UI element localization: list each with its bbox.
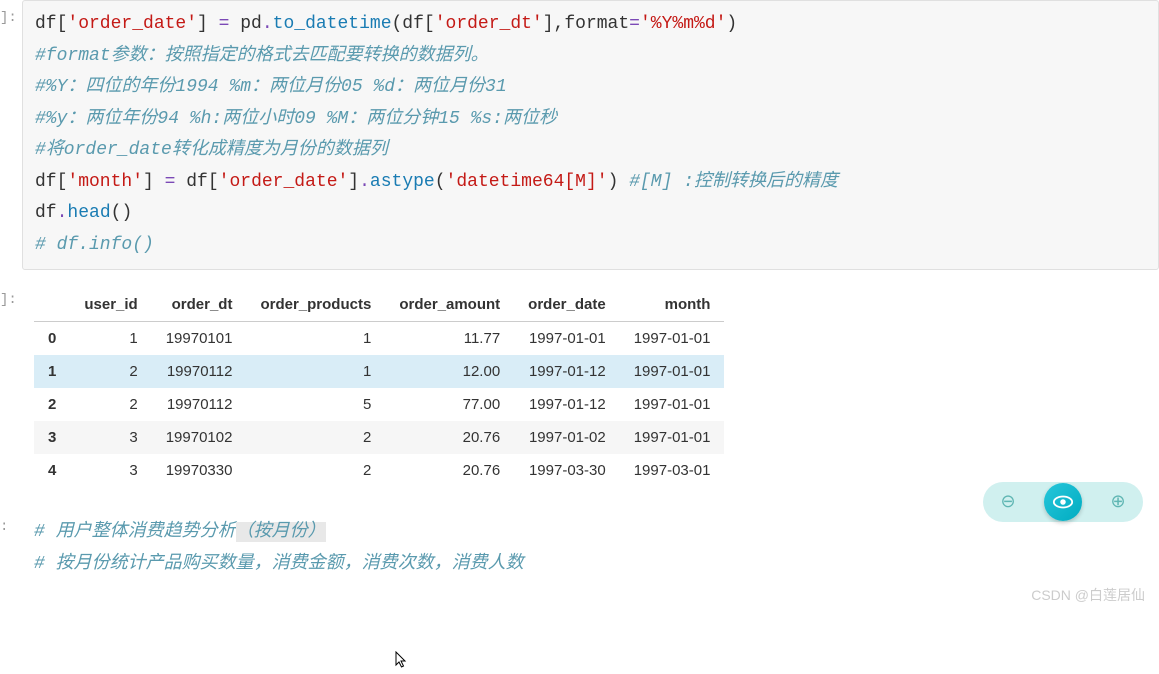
table-cell: 19970101 — [152, 322, 247, 356]
table-cell: 11.77 — [385, 322, 514, 356]
table-cell: 12.00 — [385, 355, 514, 388]
table-cell: 1 — [70, 322, 151, 356]
table-cell: 1 — [246, 355, 385, 388]
table-header-cell — [34, 288, 70, 322]
floating-toolbar[interactable]: ⊖ ⊕ — [983, 482, 1143, 522]
output-cell: ]: user_id order_dt order_products order… — [0, 282, 1159, 497]
table-cell: 20.76 — [385, 454, 514, 487]
table-row: 0 1 19970101 1 11.77 1997-01-01 1997-01-… — [34, 322, 724, 356]
table-cell: 1997-01-01 — [620, 388, 725, 421]
code-editor[interactable]: # 用户整体消费趋势分析（按月份） # 按月份统计产品购买数量，消费金额，消费次… — [22, 509, 1159, 588]
zoom-in-button[interactable]: ⊕ — [1104, 488, 1132, 516]
table-row: 1 2 19970112 1 12.00 1997-01-12 1997-01-… — [34, 355, 724, 388]
table-index: 2 — [34, 388, 70, 421]
cell-label: ]: — [0, 292, 17, 308]
table-cell: 3 — [70, 421, 151, 454]
cursor-icon — [395, 651, 409, 674]
table-cell: 19970112 — [152, 388, 247, 421]
table-cell: 3 — [70, 454, 151, 487]
watermark: CSDN @白莲居仙 — [1031, 585, 1145, 605]
selection-highlight: （按月份） — [236, 522, 326, 542]
table-cell: 19970330 — [152, 454, 247, 487]
table-cell: 1997-01-01 — [620, 421, 725, 454]
table-header-cell: order_amount — [385, 288, 514, 322]
table-cell: 1997-01-12 — [514, 355, 620, 388]
zoom-out-button[interactable]: ⊖ — [994, 488, 1022, 516]
input-cell-2: : # 用户整体消费趋势分析（按月份） # 按月份统计产品购买数量，消费金额，消… — [0, 509, 1159, 588]
table-cell: 2 — [70, 388, 151, 421]
code-comment: #%y：两位年份94 %h:两位小时09 %M：两位分钟15 %s:两位秒 — [35, 104, 1146, 136]
table-row: 3 3 19970102 2 20.76 1997-01-02 1997-01-… — [34, 421, 724, 454]
table-cell: 19970112 — [152, 355, 247, 388]
table-cell: 1997-01-01 — [514, 322, 620, 356]
code-comment: # 用户整体消费趋势分析（按月份） — [34, 517, 1147, 549]
output-area: user_id order_dt order_products order_am… — [22, 282, 1159, 497]
input-cell-1: ]: df['order_date'] = pd.to_datetime(df[… — [0, 0, 1159, 270]
code-comment: #将order_date转化成精度为月份的数据列 — [35, 135, 1146, 167]
table-row: 4 3 19970330 2 20.76 1997-03-30 1997-03-… — [34, 454, 724, 487]
code-editor[interactable]: df['order_date'] = pd.to_datetime(df['or… — [22, 0, 1159, 270]
table-header-cell: order_products — [246, 288, 385, 322]
table-cell: 1997-01-01 — [620, 355, 725, 388]
dataframe-table: user_id order_dt order_products order_am… — [34, 288, 724, 487]
table-index: 0 — [34, 322, 70, 356]
code-comment: #%Y：四位的年份1994 %m：两位月份05 %d：两位月份31 — [35, 72, 1146, 104]
table-index: 4 — [34, 454, 70, 487]
code-comment: #format参数：按照指定的格式去匹配要转换的数据列。 — [35, 41, 1146, 73]
table-cell: 1997-01-12 — [514, 388, 620, 421]
table-cell: 20.76 — [385, 421, 514, 454]
code-comment: # 按月份统计产品购买数量，消费金额，消费次数，消费人数 — [34, 549, 1147, 581]
table-index: 1 — [34, 355, 70, 388]
table-cell: 1997-03-01 — [620, 454, 725, 487]
code-line: df['month'] = df['order_date'].astype('d… — [35, 167, 1146, 199]
cell-label: : — [0, 519, 8, 535]
table-cell: 2 — [70, 355, 151, 388]
table-cell: 1 — [246, 322, 385, 356]
table-cell: 19970102 — [152, 421, 247, 454]
table-header-cell: user_id — [70, 288, 151, 322]
table-index: 3 — [34, 421, 70, 454]
table-cell: 1997-01-02 — [514, 421, 620, 454]
eye-icon[interactable] — [1044, 483, 1082, 521]
table-header: user_id order_dt order_products order_am… — [34, 288, 724, 322]
code-comment: # df.info() — [35, 230, 1146, 262]
code-line: df['order_date'] = pd.to_datetime(df['or… — [35, 9, 1146, 41]
table-header-cell: order_date — [514, 288, 620, 322]
table-cell: 5 — [246, 388, 385, 421]
cell-label: ]: — [0, 10, 17, 26]
table-row: 2 2 19970112 5 77.00 1997-01-12 1997-01-… — [34, 388, 724, 421]
table-header-cell: order_dt — [152, 288, 247, 322]
table-cell: 77.00 — [385, 388, 514, 421]
table-cell: 2 — [246, 421, 385, 454]
code-line: df.head() — [35, 198, 1146, 230]
table-cell: 1997-01-01 — [620, 322, 725, 356]
table-cell: 1997-03-30 — [514, 454, 620, 487]
table-cell: 2 — [246, 454, 385, 487]
table-header-cell: month — [620, 288, 725, 322]
